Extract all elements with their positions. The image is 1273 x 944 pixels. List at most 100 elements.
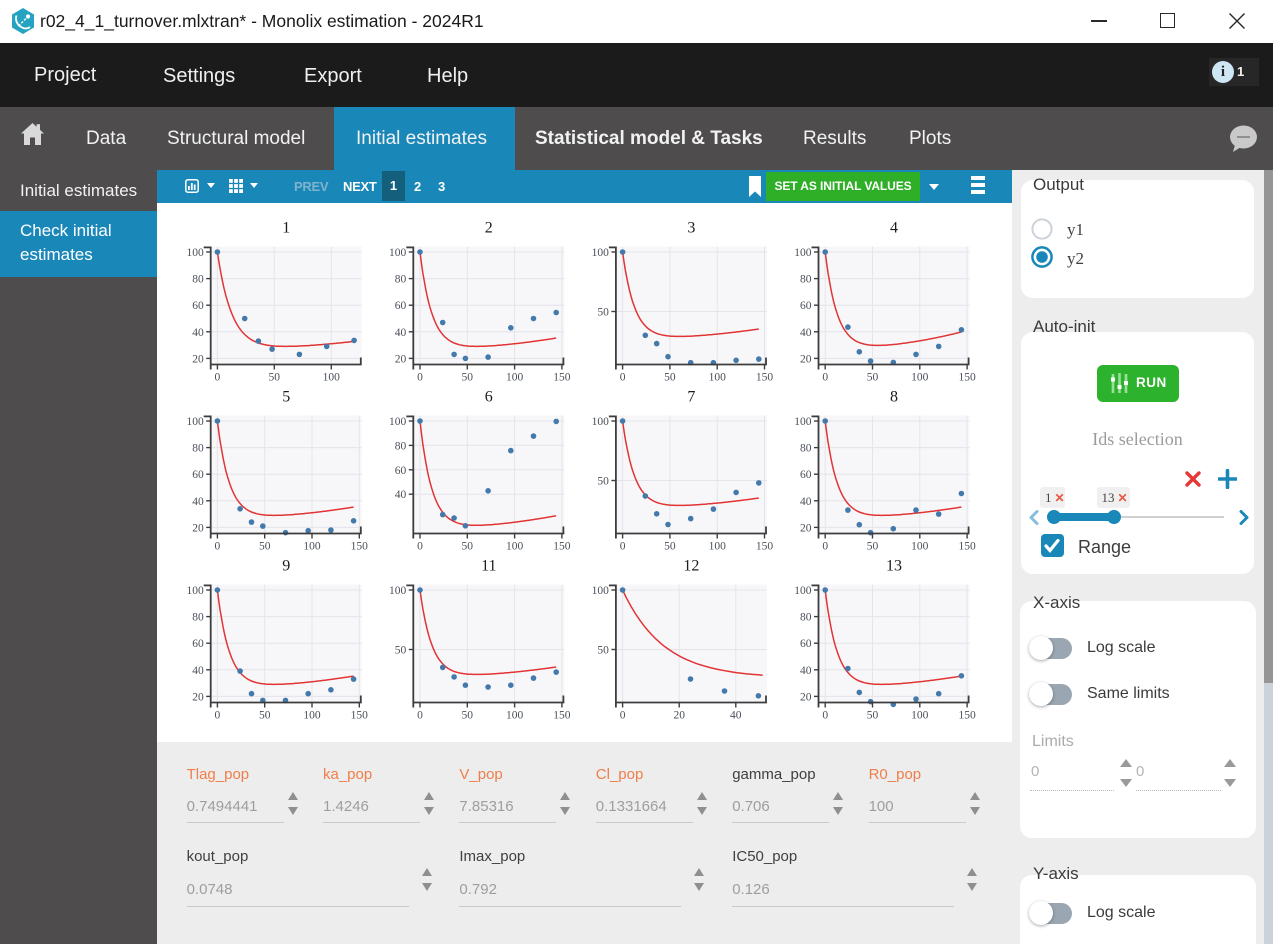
svg-text:50: 50 bbox=[395, 645, 407, 657]
svg-text:20: 20 bbox=[192, 691, 204, 703]
svg-text:100: 100 bbox=[592, 247, 610, 259]
svg-text:40: 40 bbox=[395, 327, 407, 339]
svg-text:0: 0 bbox=[417, 710, 423, 722]
svg-text:80: 80 bbox=[800, 612, 812, 624]
svg-text:50: 50 bbox=[259, 710, 271, 722]
svg-text:60: 60 bbox=[192, 300, 204, 312]
svg-text:20: 20 bbox=[800, 691, 812, 703]
svg-text:60: 60 bbox=[800, 300, 812, 312]
svg-text:11: 11 bbox=[481, 558, 496, 575]
svg-text:150: 150 bbox=[351, 541, 369, 553]
svg-text:100: 100 bbox=[911, 372, 929, 384]
svg-text:20: 20 bbox=[192, 522, 204, 534]
svg-text:150: 150 bbox=[958, 372, 976, 384]
svg-text:100: 100 bbox=[794, 416, 812, 428]
svg-text:5: 5 bbox=[282, 389, 290, 406]
svg-text:150: 150 bbox=[756, 372, 774, 384]
svg-text:80: 80 bbox=[800, 274, 812, 286]
svg-text:80: 80 bbox=[192, 443, 204, 455]
svg-text:100: 100 bbox=[506, 710, 523, 722]
svg-text:60: 60 bbox=[192, 469, 204, 481]
svg-text:7: 7 bbox=[687, 389, 695, 406]
svg-text:100: 100 bbox=[794, 247, 812, 259]
svg-text:40: 40 bbox=[192, 327, 204, 339]
svg-text:100: 100 bbox=[389, 585, 407, 597]
svg-text:60: 60 bbox=[395, 300, 407, 312]
svg-text:50: 50 bbox=[269, 372, 281, 384]
svg-text:150: 150 bbox=[553, 541, 571, 553]
svg-text:50: 50 bbox=[597, 307, 609, 319]
svg-text:80: 80 bbox=[395, 274, 407, 286]
svg-text:100: 100 bbox=[592, 416, 610, 428]
svg-text:100: 100 bbox=[303, 710, 321, 722]
svg-text:40: 40 bbox=[395, 489, 407, 501]
svg-text:100: 100 bbox=[911, 710, 929, 722]
svg-text:20: 20 bbox=[673, 710, 685, 722]
svg-text:8: 8 bbox=[890, 389, 898, 406]
svg-text:50: 50 bbox=[597, 645, 609, 657]
svg-text:100: 100 bbox=[389, 247, 407, 259]
svg-text:0: 0 bbox=[620, 541, 626, 553]
svg-text:150: 150 bbox=[553, 372, 571, 384]
svg-text:50: 50 bbox=[867, 710, 879, 722]
svg-text:0: 0 bbox=[822, 710, 828, 722]
svg-text:40: 40 bbox=[730, 710, 742, 722]
svg-text:0: 0 bbox=[417, 541, 423, 553]
svg-text:100: 100 bbox=[186, 247, 204, 259]
svg-text:50: 50 bbox=[664, 372, 676, 384]
svg-text:20: 20 bbox=[192, 353, 204, 365]
svg-text:0: 0 bbox=[822, 372, 828, 384]
svg-text:80: 80 bbox=[395, 440, 407, 452]
svg-text:100: 100 bbox=[506, 372, 523, 384]
svg-text:80: 80 bbox=[192, 274, 204, 286]
svg-text:150: 150 bbox=[553, 710, 571, 722]
svg-text:0: 0 bbox=[620, 372, 626, 384]
svg-text:60: 60 bbox=[395, 465, 407, 477]
svg-text:50: 50 bbox=[597, 476, 609, 488]
svg-text:100: 100 bbox=[506, 541, 523, 553]
svg-text:20: 20 bbox=[395, 353, 407, 365]
svg-text:20: 20 bbox=[800, 522, 812, 534]
svg-text:100: 100 bbox=[592, 585, 610, 597]
svg-text:12: 12 bbox=[683, 558, 699, 575]
svg-text:0: 0 bbox=[620, 710, 626, 722]
svg-text:100: 100 bbox=[709, 541, 727, 553]
svg-text:50: 50 bbox=[462, 372, 474, 384]
svg-text:50: 50 bbox=[462, 541, 474, 553]
svg-text:80: 80 bbox=[192, 612, 204, 624]
svg-text:50: 50 bbox=[867, 372, 879, 384]
svg-text:40: 40 bbox=[800, 496, 812, 508]
svg-text:1: 1 bbox=[282, 220, 290, 237]
svg-text:0: 0 bbox=[215, 710, 221, 722]
svg-text:100: 100 bbox=[389, 416, 407, 428]
svg-text:100: 100 bbox=[303, 541, 321, 553]
svg-text:60: 60 bbox=[192, 638, 204, 650]
svg-text:40: 40 bbox=[800, 665, 812, 677]
svg-text:9: 9 bbox=[282, 558, 290, 575]
svg-text:150: 150 bbox=[756, 541, 774, 553]
svg-text:2: 2 bbox=[485, 220, 493, 237]
svg-text:50: 50 bbox=[259, 541, 271, 553]
svg-text:100: 100 bbox=[186, 416, 204, 428]
svg-text:0: 0 bbox=[822, 541, 828, 553]
svg-text:13: 13 bbox=[886, 558, 902, 575]
svg-text:100: 100 bbox=[323, 372, 341, 384]
svg-text:60: 60 bbox=[800, 469, 812, 481]
svg-text:3: 3 bbox=[687, 220, 695, 237]
svg-text:50: 50 bbox=[867, 541, 879, 553]
svg-text:40: 40 bbox=[192, 496, 204, 508]
svg-text:40: 40 bbox=[192, 665, 204, 677]
svg-text:100: 100 bbox=[794, 585, 812, 597]
svg-text:80: 80 bbox=[800, 443, 812, 455]
svg-text:40: 40 bbox=[800, 327, 812, 339]
svg-text:0: 0 bbox=[215, 541, 221, 553]
svg-text:100: 100 bbox=[186, 585, 204, 597]
svg-text:0: 0 bbox=[417, 372, 423, 384]
svg-text:6: 6 bbox=[485, 389, 493, 406]
svg-text:150: 150 bbox=[958, 541, 976, 553]
svg-text:20: 20 bbox=[800, 353, 812, 365]
svg-text:150: 150 bbox=[351, 710, 369, 722]
svg-text:150: 150 bbox=[958, 710, 976, 722]
svg-text:100: 100 bbox=[709, 372, 727, 384]
svg-text:50: 50 bbox=[664, 541, 676, 553]
